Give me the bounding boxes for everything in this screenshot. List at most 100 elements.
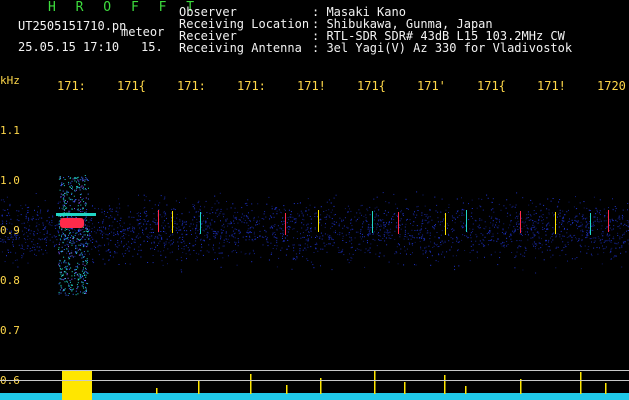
noise-pixel: [31, 219, 33, 221]
noise-pixel: [542, 226, 544, 228]
echo-pixel: [71, 242, 73, 244]
echo-pixel: [77, 286, 79, 287]
noise-pixel: [383, 234, 385, 235]
noise-pixel: [161, 236, 163, 238]
noise-pixel: [127, 246, 129, 248]
noise-pixel: [272, 225, 274, 227]
noise-pixel: [528, 204, 530, 206]
echo-pixel: [64, 235, 66, 237]
noise-pixel: [328, 215, 330, 217]
noise-pixel: [559, 234, 561, 236]
noise-pixel: [272, 213, 274, 215]
noise-pixel: [92, 223, 93, 225]
noise-pixel: [404, 229, 406, 231]
noise-pixel: [243, 222, 245, 224]
noise-pixel: [204, 235, 206, 237]
noise-pixel: [484, 236, 486, 238]
noise-pixel: [430, 241, 432, 243]
noise-pixel: [507, 212, 509, 214]
noise-pixel: [419, 241, 421, 242]
noise-pixel: [407, 238, 409, 240]
echo-pixel: [81, 176, 83, 178]
noise-pixel: [214, 203, 216, 205]
noise-pixel: [123, 235, 124, 237]
noise-pixel: [348, 233, 350, 235]
echo-pixel: [74, 275, 76, 277]
noise-pixel: [234, 217, 236, 219]
noise-pixel: [184, 221, 186, 223]
noise-pixel: [586, 252, 588, 254]
noise-pixel: [172, 234, 174, 236]
noise-pixel: [483, 240, 485, 242]
noise-pixel: [388, 221, 390, 223]
noise-pixel: [308, 232, 310, 233]
noise-pixel: [274, 208, 276, 210]
noise-pixel: [377, 223, 379, 225]
noise-pixel: [128, 227, 130, 229]
noise-pixel: [209, 212, 211, 214]
noise-pixel: [383, 221, 385, 223]
noise-pixel: [494, 251, 496, 253]
noise-pixel: [263, 218, 265, 220]
noise-pixel: [563, 247, 565, 248]
noise-pixel: [613, 236, 614, 238]
noise-pixel: [326, 244, 328, 245]
noise-pixel: [174, 209, 176, 211]
noise-pixel: [24, 239, 26, 241]
noise-pixel: [625, 225, 627, 226]
noise-pixel: [310, 261, 312, 263]
echo-pixel: [87, 198, 89, 200]
echo-pixel: [71, 194, 73, 195]
noise-pixel: [488, 231, 490, 232]
noise-pixel: [175, 230, 177, 231]
noise-pixel: [499, 251, 501, 253]
noise-pixel: [293, 218, 295, 220]
echo-pixel: [80, 244, 82, 246]
noise-pixel: [587, 233, 588, 235]
noise-pixel: [163, 250, 165, 252]
noise-pixel: [413, 214, 415, 216]
noise-pixel: [54, 237, 56, 238]
echo-pixel: [77, 179, 79, 181]
echo-pixel: [74, 178, 76, 180]
noise-pixel: [280, 249, 282, 251]
echo-pixel: [85, 260, 87, 262]
noise-pixel: [314, 228, 316, 230]
noise-pixel: [19, 237, 20, 238]
noise-pixel: [559, 236, 561, 238]
echo-pixel: [71, 188, 72, 189]
noise-pixel: [430, 264, 432, 266]
noise-pixel: [606, 226, 608, 228]
antenna-label: Receiving Antenna: [179, 41, 302, 55]
noise-pixel: [208, 225, 210, 227]
noise-pixel: [372, 234, 374, 235]
echo-pixel: [77, 262, 79, 264]
noise-pixel: [104, 244, 105, 246]
noise-pixel: [543, 204, 545, 206]
noise-pixel: [500, 243, 502, 245]
noise-pixel: [521, 221, 523, 223]
noise-pixel: [492, 201, 493, 203]
noise-pixel: [320, 214, 322, 216]
echo-pixel: [66, 228, 67, 230]
noise-pixel: [238, 219, 240, 221]
noise-pixel: [179, 229, 181, 231]
noise-pixel: [479, 240, 481, 242]
noise-pixel: [490, 217, 492, 219]
noise-pixel: [576, 257, 578, 258]
noise-pixel: [593, 216, 595, 218]
noise-pixel: [10, 237, 12, 239]
noise-pixel: [358, 217, 360, 219]
noise-pixel: [183, 240, 185, 242]
noise-pixel: [599, 199, 601, 201]
noise-pixel: [194, 244, 196, 245]
noise-pixel: [568, 209, 569, 211]
noise-pixel: [455, 218, 456, 220]
noise-pixel: [46, 252, 48, 254]
noise-pixel: [171, 220, 172, 222]
noise-pixel: [623, 224, 624, 226]
noise-pixel: [397, 216, 399, 218]
noise-pixel: [281, 247, 283, 249]
echo-pixel: [71, 180, 73, 182]
noise-pixel: [617, 218, 619, 220]
